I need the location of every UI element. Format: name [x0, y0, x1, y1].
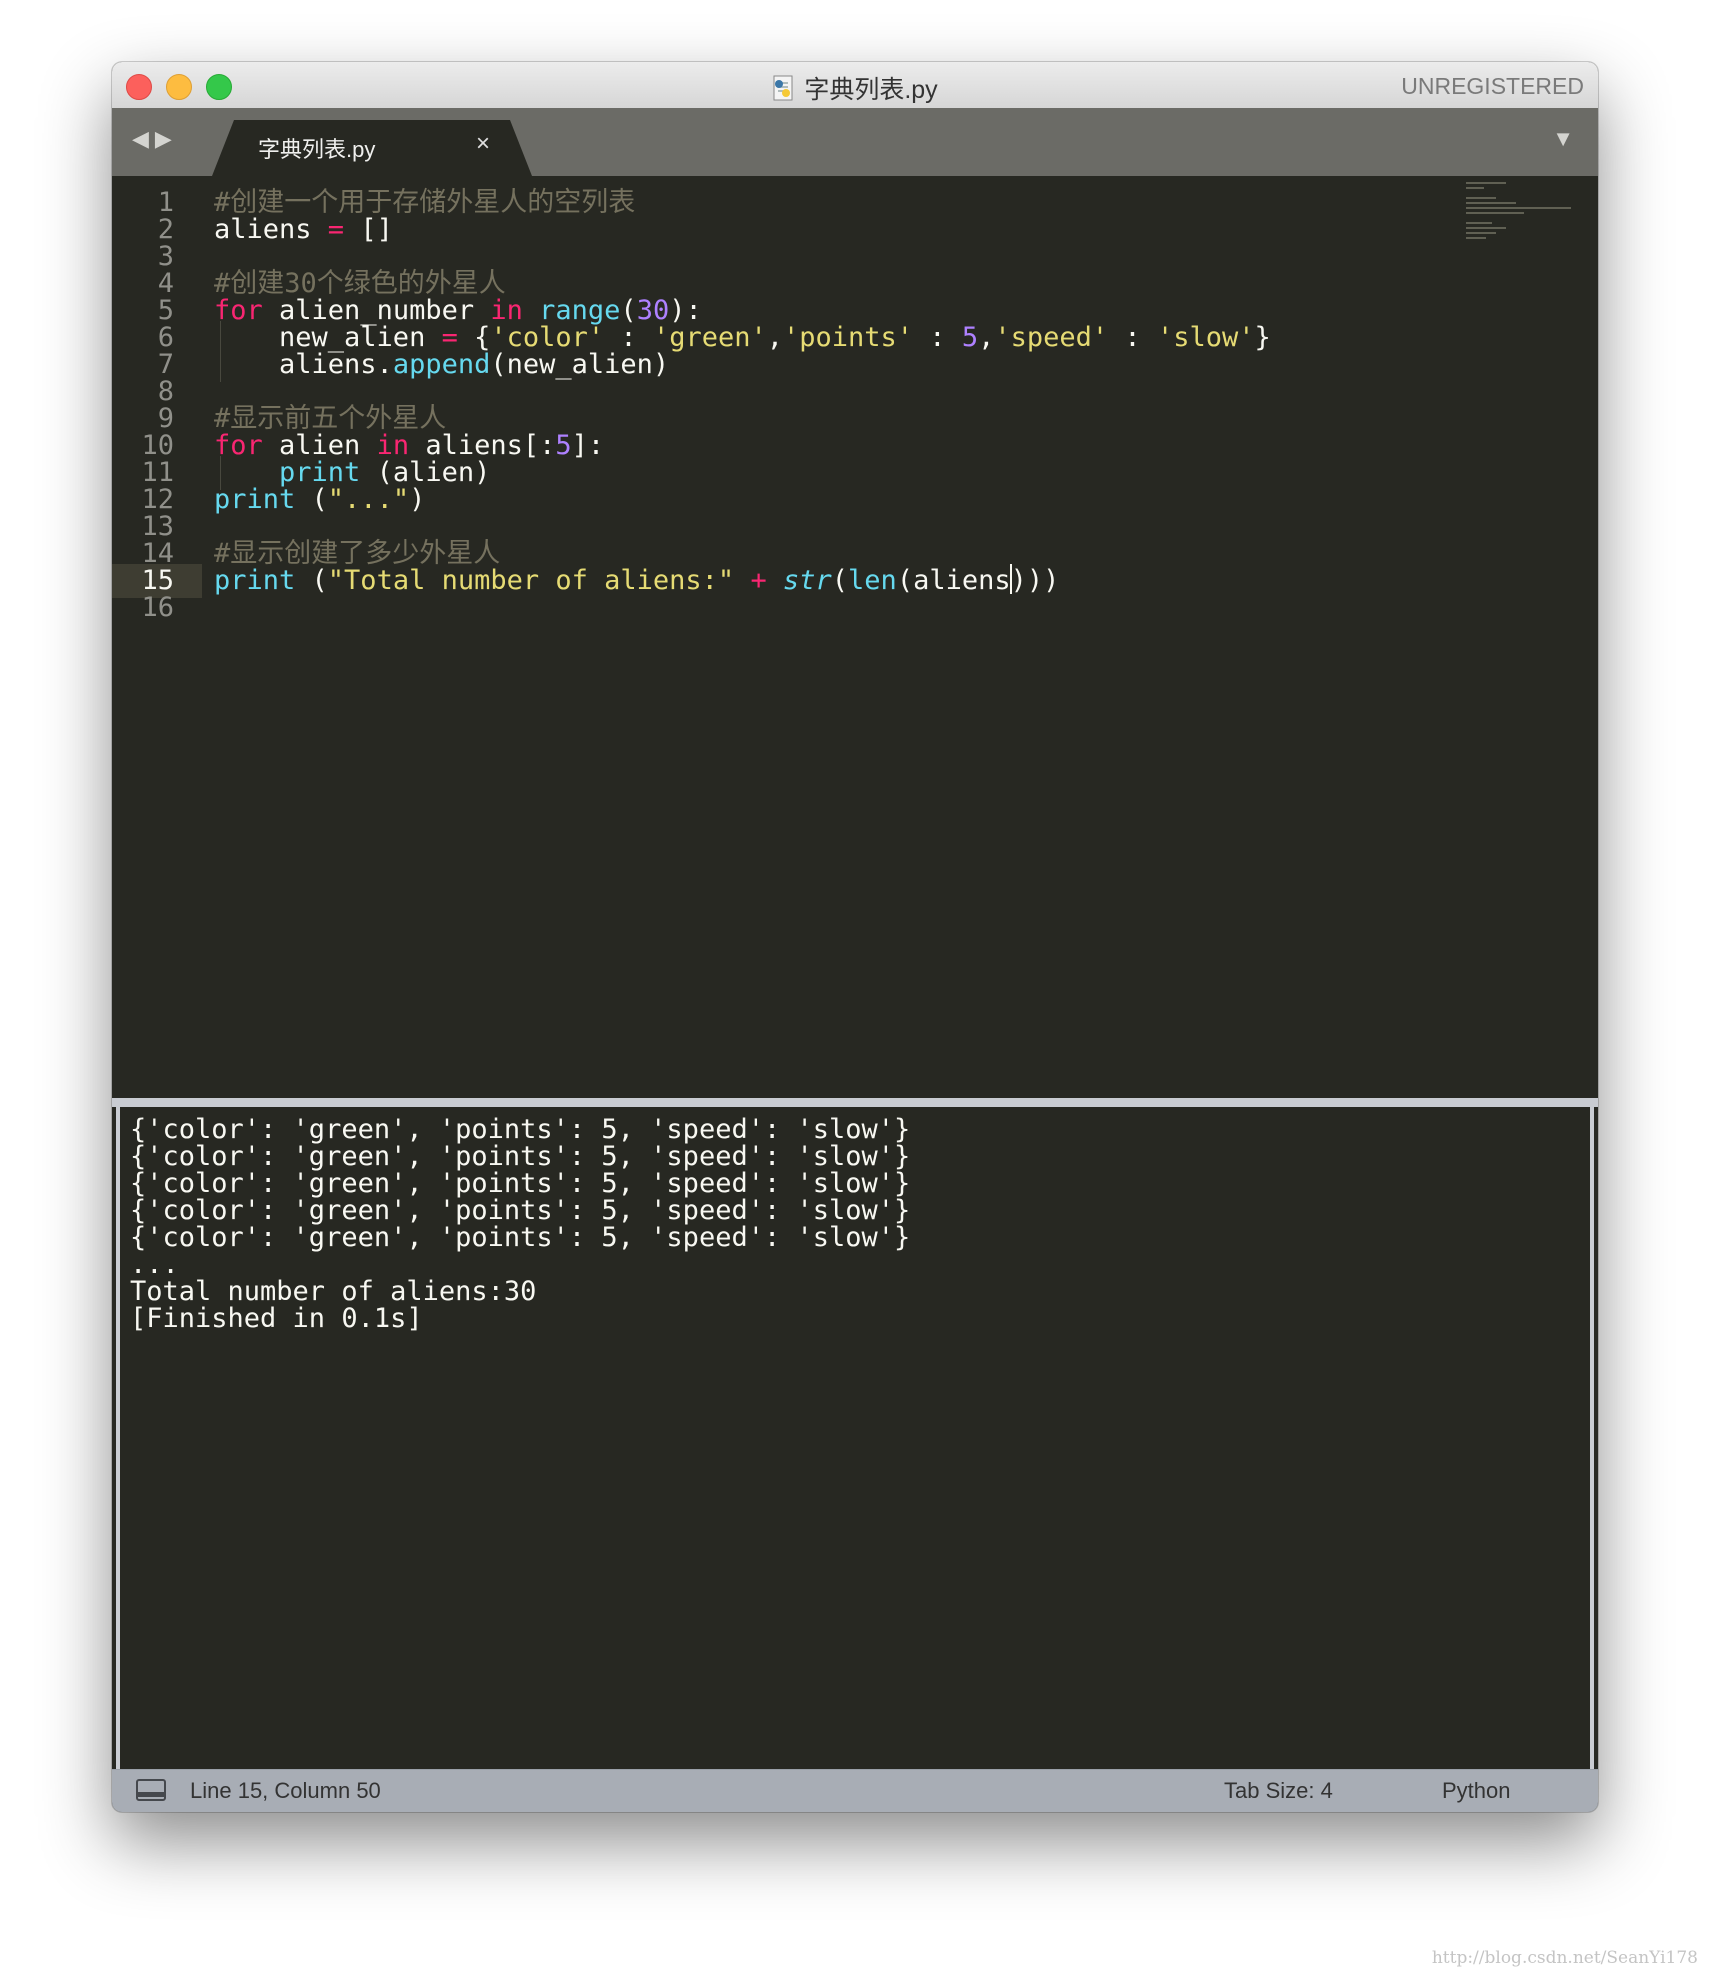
panel-splitter[interactable] — [112, 1098, 1598, 1107]
title-bar[interactable]: 字典列表.py UNREGISTERED — [112, 62, 1598, 109]
code-line[interactable]: 16 — [112, 591, 1598, 625]
build-output-panel[interactable]: {'color': 'green', 'points': 5, 'speed':… — [116, 1107, 1594, 1771]
window-title-text: 字典列表.py — [804, 76, 938, 104]
tab-bar: ◀▶ 字典列表.py × ▼ — [112, 108, 1598, 176]
panel-toggle-icon[interactable] — [136, 1779, 166, 1801]
window-title: 字典列表.py — [112, 70, 1598, 106]
tab-size-indicator[interactable]: Tab Size: 4 — [1224, 1778, 1333, 1804]
code-editor[interactable]: 1 #创建一个用于存储外星人的空列表 2 aliens = [] 3 4 #创建30个绿色的… — [112, 176, 1598, 1098]
forward-arrow-icon[interactable]: ▶ — [155, 126, 178, 151]
line-number[interactable]: 16 — [112, 591, 202, 625]
output-line: [Finished in 0.1s] — [130, 1303, 423, 1334]
tab-file[interactable]: 字典列表.py × — [212, 120, 532, 176]
cursor-position[interactable]: Line 15, Column 50 — [190, 1778, 381, 1804]
watermark: http://blog.csdn.net/SeanYi178 — [1431, 1948, 1698, 1968]
tab-nav-arrows[interactable]: ◀▶ — [132, 126, 178, 152]
python-file-icon — [773, 75, 793, 101]
unregistered-label: UNREGISTERED — [1401, 73, 1584, 99]
tab-label: 字典列表.py — [258, 137, 376, 162]
minimap[interactable] — [1466, 182, 1576, 242]
editor-window: 字典列表.py UNREGISTERED ◀▶ 字典列表.py × ▼ 1 #创建… — [112, 62, 1598, 1812]
tab-menu-icon[interactable]: ▼ — [1552, 126, 1574, 152]
status-bar: Line 15, Column 50 Tab Size: 4 Python — [112, 1769, 1598, 1812]
tab-close-icon[interactable]: × — [476, 130, 490, 158]
back-arrow-icon[interactable]: ◀ — [132, 126, 155, 151]
output-line: {'color': 'green', 'points': 5, 'speed':… — [130, 1222, 911, 1253]
syntax-indicator[interactable]: Python — [1442, 1778, 1511, 1804]
